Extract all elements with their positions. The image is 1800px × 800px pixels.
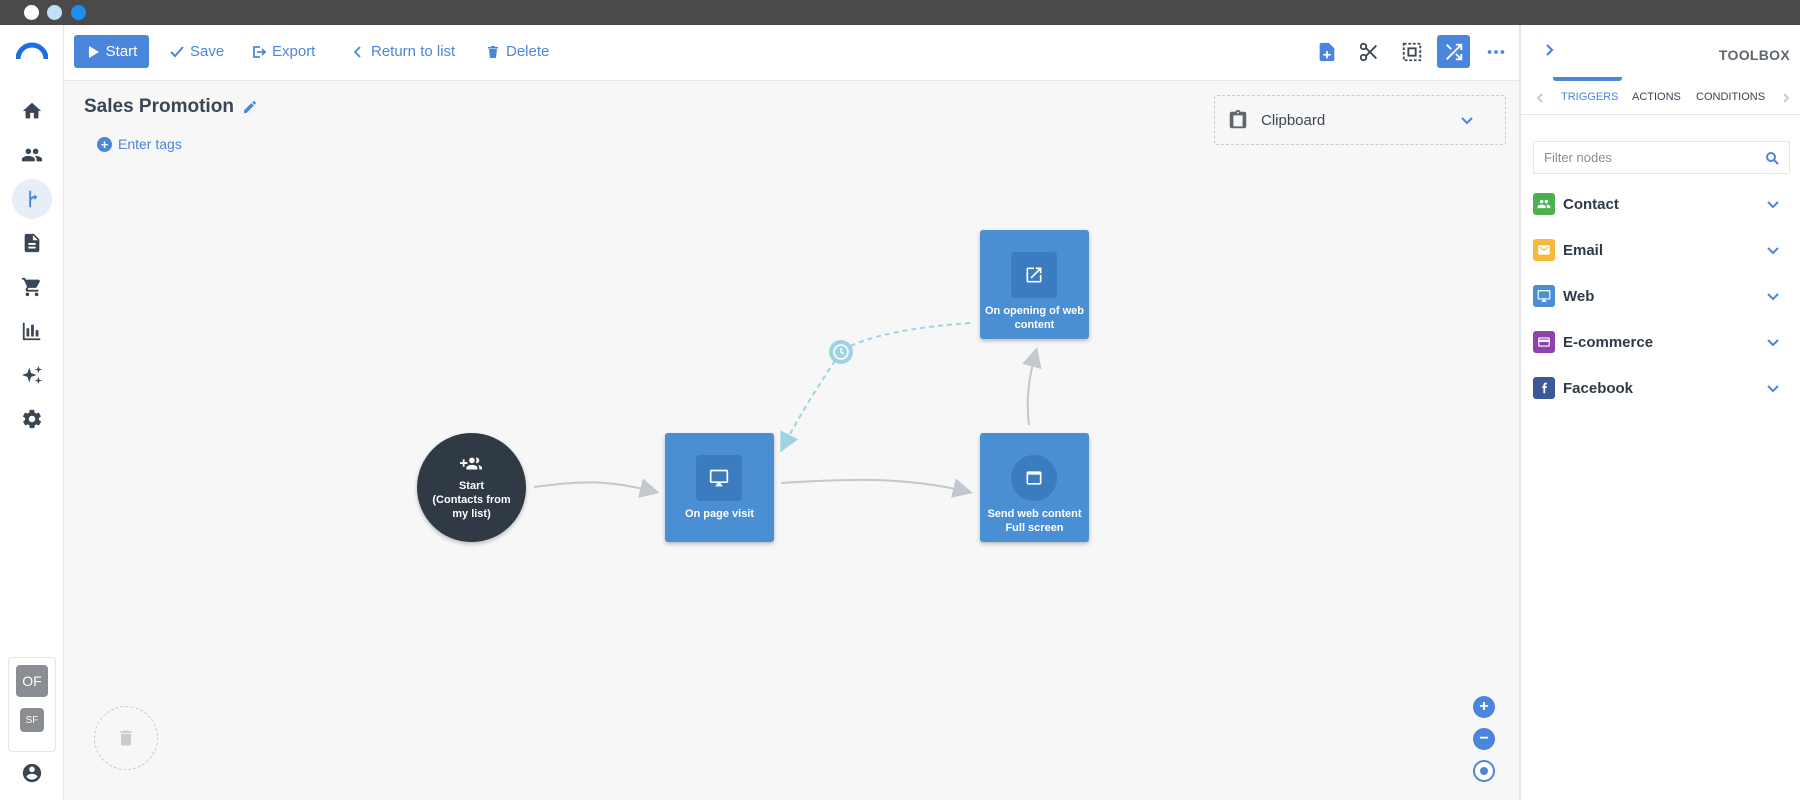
ecommerce-category-icon: [1533, 331, 1555, 353]
scissors-icon[interactable]: [1352, 35, 1385, 68]
facebook-category-icon: [1533, 377, 1555, 399]
start-node-title: Start: [458, 480, 485, 492]
start-button[interactable]: Start: [74, 35, 149, 68]
window-titlebar: [0, 0, 1800, 25]
save-button[interactable]: Save: [170, 35, 224, 68]
start-node-label: Start (Contacts from my list): [425, 479, 518, 521]
edge-start-to-page-visit: [533, 478, 660, 498]
chart-icon[interactable]: [12, 311, 52, 351]
document-icon[interactable]: [12, 223, 52, 263]
return-to-list-button[interactable]: Return to list: [351, 35, 455, 68]
edge-open-web-to-page-visit: [780, 322, 971, 453]
edge-send-web-to-open-web: [1022, 347, 1042, 426]
start-button-label: Start: [105, 43, 138, 60]
chevron-down-icon: [1767, 385, 1779, 393]
window-icon: [1011, 455, 1057, 501]
sparkle-icon[interactable]: [12, 355, 52, 395]
category-contact[interactable]: Contact: [1533, 190, 1790, 218]
open-external-icon: [1011, 252, 1057, 298]
node-on-page-visit[interactable]: On page visit: [665, 433, 774, 542]
chevron-down-icon: [1767, 247, 1779, 255]
category-ecommerce[interactable]: E-commerce: [1533, 328, 1790, 356]
collapse-chevron-icon[interactable]: [1543, 43, 1557, 57]
toolbox-panel: TOOLBOX TRIGGERS ACTIONS CONDITIONS Filt…: [1519, 25, 1800, 800]
filter-nodes-input[interactable]: Filter nodes: [1533, 141, 1790, 174]
zoom-in-button[interactable]: +: [1473, 696, 1495, 718]
more-icon[interactable]: [1479, 35, 1512, 68]
category-facebook[interactable]: Facebook: [1533, 374, 1790, 402]
recenter-button[interactable]: [1473, 760, 1495, 782]
select-area-icon[interactable]: [1395, 35, 1428, 68]
account-badge-of[interactable]: OF: [16, 665, 48, 697]
toolbox-tabs: TRIGGERS ACTIONS CONDITIONS: [1521, 77, 1800, 115]
cart-icon[interactable]: [12, 267, 52, 307]
active-tab-indicator: [1553, 77, 1622, 81]
category-facebook-label: Facebook: [1563, 379, 1634, 397]
window-maximize-dot[interactable]: [71, 5, 86, 20]
filter-nodes-placeholder: Filter nodes: [1544, 150, 1612, 165]
delete-button-label: Delete: [506, 43, 550, 60]
node-send-web-content-label: Send web content Full screen: [987, 508, 1082, 534]
export-button[interactable]: Export: [252, 35, 315, 68]
auto-layout-icon[interactable]: [1437, 35, 1470, 68]
contact-category-icon: [1533, 193, 1555, 215]
trash-icon: [120, 730, 132, 746]
play-icon: [88, 45, 99, 58]
node-on-page-visit-label: On page visit: [684, 508, 755, 520]
category-web[interactable]: Web: [1533, 282, 1790, 310]
export-icon: [253, 45, 266, 58]
tab-actions[interactable]: ACTIONS: [1632, 91, 1681, 103]
left-sidebar: OF SF: [0, 25, 64, 800]
email-category-icon: [1533, 239, 1555, 261]
brand-logo[interactable]: [15, 41, 49, 61]
check-icon: [170, 45, 184, 57]
contacts-icon[interactable]: [12, 135, 52, 175]
chevron-down-icon: [1767, 293, 1779, 301]
account-icon[interactable]: [12, 753, 52, 793]
window-minimize-dot[interactable]: [47, 5, 62, 20]
export-button-label: Export: [272, 43, 316, 60]
category-web-label: Web: [1563, 287, 1595, 305]
gear-icon[interactable]: [12, 399, 52, 439]
start-node[interactable]: Start (Contacts from my list): [417, 433, 526, 542]
workflow-icon[interactable]: [12, 179, 52, 219]
trash-icon: [488, 45, 498, 58]
category-contact-label: Contact: [1563, 195, 1619, 213]
window-close-dot[interactable]: [24, 5, 39, 20]
start-node-subtitle: (Contacts from my list): [432, 494, 511, 520]
node-on-opening-web-content-label: On opening of web content: [985, 305, 1084, 331]
return-to-list-label: Return to list: [371, 43, 456, 60]
add-group-icon: [460, 457, 482, 470]
chevron-down-icon: [1767, 339, 1779, 347]
web-category-icon: [1533, 285, 1555, 307]
workflow-edges: [533, 322, 1042, 498]
toolbox-title: TOOLBOX: [1718, 47, 1790, 63]
tabs-next-icon[interactable]: [1781, 93, 1791, 103]
node-on-opening-web-content[interactable]: On opening of web content: [980, 230, 1089, 339]
top-toolbar: Start Save Export Return to list Delete: [64, 25, 1519, 81]
monitor-icon: [696, 455, 742, 501]
search-icon[interactable]: [1765, 151, 1779, 165]
tabs-prev-icon[interactable]: [1535, 93, 1545, 103]
category-ecommerce-label: E-commerce: [1563, 333, 1654, 351]
workflow-canvas[interactable]: Sales Promotion + Enter tags Clipboard S…: [64, 81, 1519, 800]
tab-triggers[interactable]: TRIGGERS: [1561, 91, 1618, 103]
edge-page-visit-to-send-web: [780, 478, 973, 498]
delete-button[interactable]: Delete: [486, 35, 549, 68]
account-badge-sf[interactable]: SF: [20, 708, 44, 732]
tab-conditions[interactable]: CONDITIONS: [1696, 91, 1765, 103]
chevron-down-icon: [1767, 201, 1779, 209]
home-icon[interactable]: [12, 91, 52, 131]
add-node-icon[interactable]: [1310, 35, 1343, 68]
chevron-left-icon: [353, 45, 361, 58]
zoom-out-button[interactable]: −: [1473, 728, 1495, 750]
trash-drop-zone[interactable]: [94, 706, 158, 770]
save-button-label: Save: [190, 43, 225, 60]
toolbox-header: TOOLBOX: [1521, 25, 1800, 80]
node-send-web-content[interactable]: Send web content Full screen: [980, 433, 1089, 542]
category-email-label: Email: [1563, 241, 1604, 259]
category-email[interactable]: Email: [1533, 236, 1790, 264]
